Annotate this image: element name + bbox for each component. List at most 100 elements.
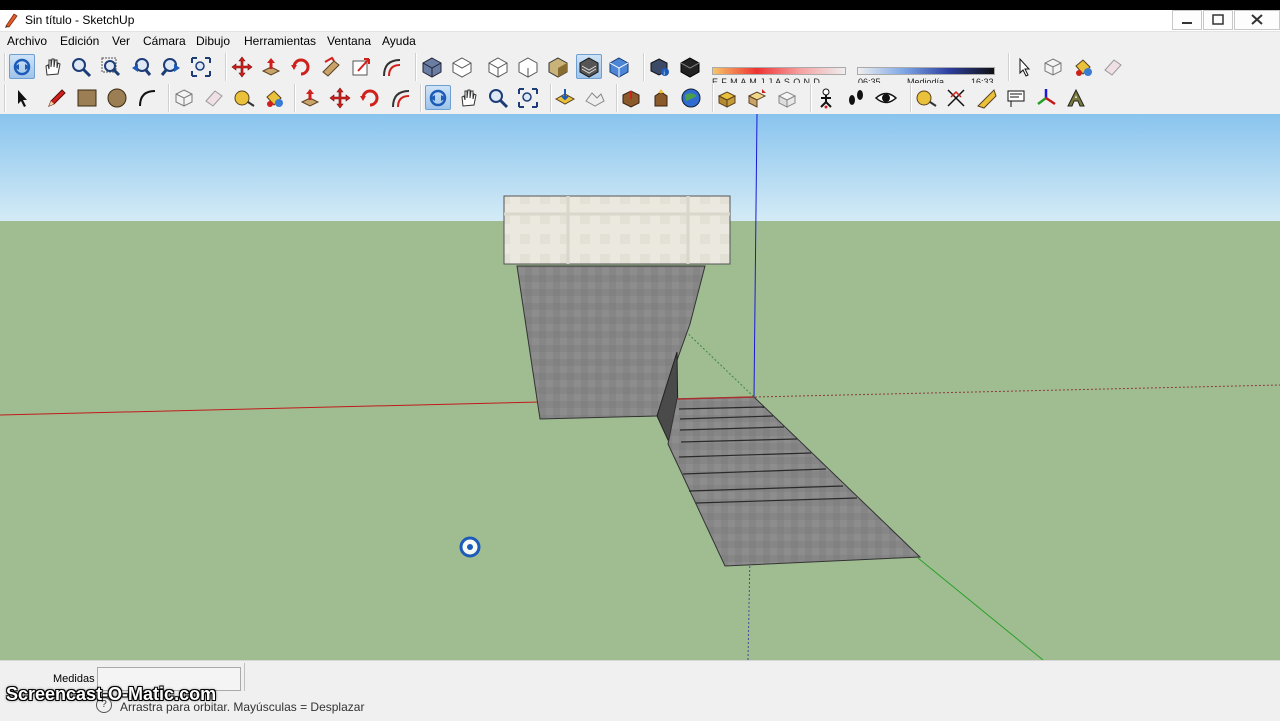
push-pull-button-2[interactable]: [297, 85, 323, 110]
make-component-button-top[interactable]: [1040, 54, 1066, 79]
menu-ayuda[interactable]: Ayuda: [382, 34, 416, 48]
toggle-terrain-button[interactable]: [582, 85, 608, 110]
scale-icon: [352, 57, 370, 75]
menu-bar: Archivo Edición Ver Cámara Dibujo Herram…: [0, 32, 1280, 52]
dimension-button[interactable]: [943, 85, 969, 110]
get-component-button[interactable]: [714, 85, 740, 110]
minimize-icon: [1182, 22, 1192, 24]
pencil-button[interactable]: [44, 85, 70, 110]
menu-herramientas[interactable]: Herramientas: [244, 34, 316, 48]
shaded-button[interactable]: [545, 54, 571, 79]
offset-button-2[interactable]: [387, 85, 413, 110]
orbit-button[interactable]: [9, 54, 35, 79]
text-button[interactable]: [1003, 85, 1029, 110]
rotate-button[interactable]: [288, 54, 314, 79]
pan-button[interactable]: [39, 54, 65, 79]
close-button[interactable]: [1234, 10, 1280, 30]
zoom-button-2[interactable]: [485, 85, 511, 110]
tape-measure-button[interactable]: [231, 85, 257, 110]
time-slider[interactable]: [857, 67, 995, 75]
move-button[interactable]: [229, 54, 255, 79]
tape-measure-button-2[interactable]: [913, 85, 939, 110]
paint-bucket-button-top[interactable]: [1070, 54, 1096, 79]
follow-me-icon: [322, 56, 340, 77]
protractor-button[interactable]: [973, 85, 999, 110]
scale-button[interactable]: [348, 54, 374, 79]
3d-text-button[interactable]: [1063, 85, 1089, 110]
rotate-button-2[interactable]: [357, 85, 383, 110]
right-view-icon: [518, 56, 538, 78]
right-view-button[interactable]: [515, 54, 541, 79]
svg-text:i: i: [664, 71, 665, 77]
rectangle-button[interactable]: [74, 85, 100, 110]
toggle-terrain-icon: [585, 91, 605, 107]
orbit-icon: [429, 89, 447, 106]
shadow-settings-button[interactable]: i: [647, 54, 673, 79]
zoom-extents-button-2[interactable]: [515, 85, 541, 110]
sketchup-app-icon: [5, 13, 18, 28]
menu-archivo[interactable]: Archivo: [7, 34, 47, 48]
arc-button[interactable]: [134, 85, 160, 110]
window-controls: [1171, 10, 1280, 30]
preview-google-earth-button[interactable]: [678, 85, 704, 110]
front-view-button[interactable]: [485, 54, 511, 79]
follow-me-button[interactable]: [318, 54, 344, 79]
shadows-toggle-button[interactable]: [677, 54, 703, 79]
share-model-button[interactable]: [648, 85, 674, 110]
dimension-icon: [947, 88, 965, 107]
arc-icon: [139, 89, 156, 106]
get-models-button[interactable]: [618, 85, 644, 110]
date-slider[interactable]: [712, 67, 846, 75]
iso-view-icon: [422, 56, 442, 78]
toolbar-row-1: i E F M A M J J A S O N D 06:35 Mediodía…: [0, 52, 1280, 87]
select-button-top[interactable]: [1010, 54, 1036, 79]
maximize-icon: [1212, 14, 1224, 25]
offset-button[interactable]: [378, 54, 404, 79]
iso-view-button[interactable]: [419, 54, 445, 79]
menu-edicion[interactable]: Edición: [60, 34, 99, 48]
menu-camara[interactable]: Cámara: [143, 34, 186, 48]
previous-view-button[interactable]: [128, 54, 154, 79]
paint-bucket-button[interactable]: [261, 85, 287, 110]
scene: [0, 114, 1280, 660]
circle-button[interactable]: [104, 85, 130, 110]
menu-dibujo[interactable]: Dibujo: [196, 34, 230, 48]
add-location-button[interactable]: [552, 85, 578, 110]
push-pull-icon: [261, 57, 281, 76]
menu-ver[interactable]: Ver: [112, 34, 130, 48]
close-icon: [1251, 14, 1263, 25]
xray-button[interactable]: [606, 54, 632, 79]
eraser-button-top[interactable]: [1100, 54, 1126, 79]
move-icon: [329, 87, 351, 108]
zoom-extents-button[interactable]: [188, 54, 214, 79]
next-view-button[interactable]: [158, 54, 184, 79]
paint-bucket-icon: [266, 89, 283, 107]
minimize-button[interactable]: [1172, 10, 1202, 30]
shaded-textures-button[interactable]: [576, 54, 602, 79]
make-component-button[interactable]: [171, 85, 197, 110]
shadow-settings-icon: i: [650, 57, 669, 77]
walk-icon: [849, 89, 863, 105]
look-around-button[interactable]: [873, 85, 899, 110]
pan-button-2[interactable]: [455, 85, 481, 110]
select-button[interactable]: [8, 85, 34, 110]
walk-button[interactable]: [843, 85, 869, 110]
axes-button[interactable]: [1033, 85, 1059, 110]
tape-measure-icon: [234, 90, 255, 107]
push-pull-button[interactable]: [258, 54, 284, 79]
zoom-button[interactable]: [68, 54, 94, 79]
move-icon: [231, 56, 253, 77]
top-slab: [503, 195, 731, 265]
move-button-2[interactable]: [327, 85, 353, 110]
share-component-button[interactable]: [744, 85, 770, 110]
zoom-window-button[interactable]: [98, 54, 124, 79]
eraser-button[interactable]: [201, 85, 227, 110]
top-view-button[interactable]: [449, 54, 475, 79]
position-camera-button[interactable]: [813, 85, 839, 110]
maximize-button[interactable]: [1203, 10, 1233, 30]
drawing-viewport[interactable]: [0, 114, 1280, 660]
push-pull-icon: [300, 88, 320, 107]
component-options-button[interactable]: [774, 85, 800, 110]
menu-ventana[interactable]: Ventana: [327, 34, 371, 48]
orbit-button-2[interactable]: [425, 85, 451, 110]
